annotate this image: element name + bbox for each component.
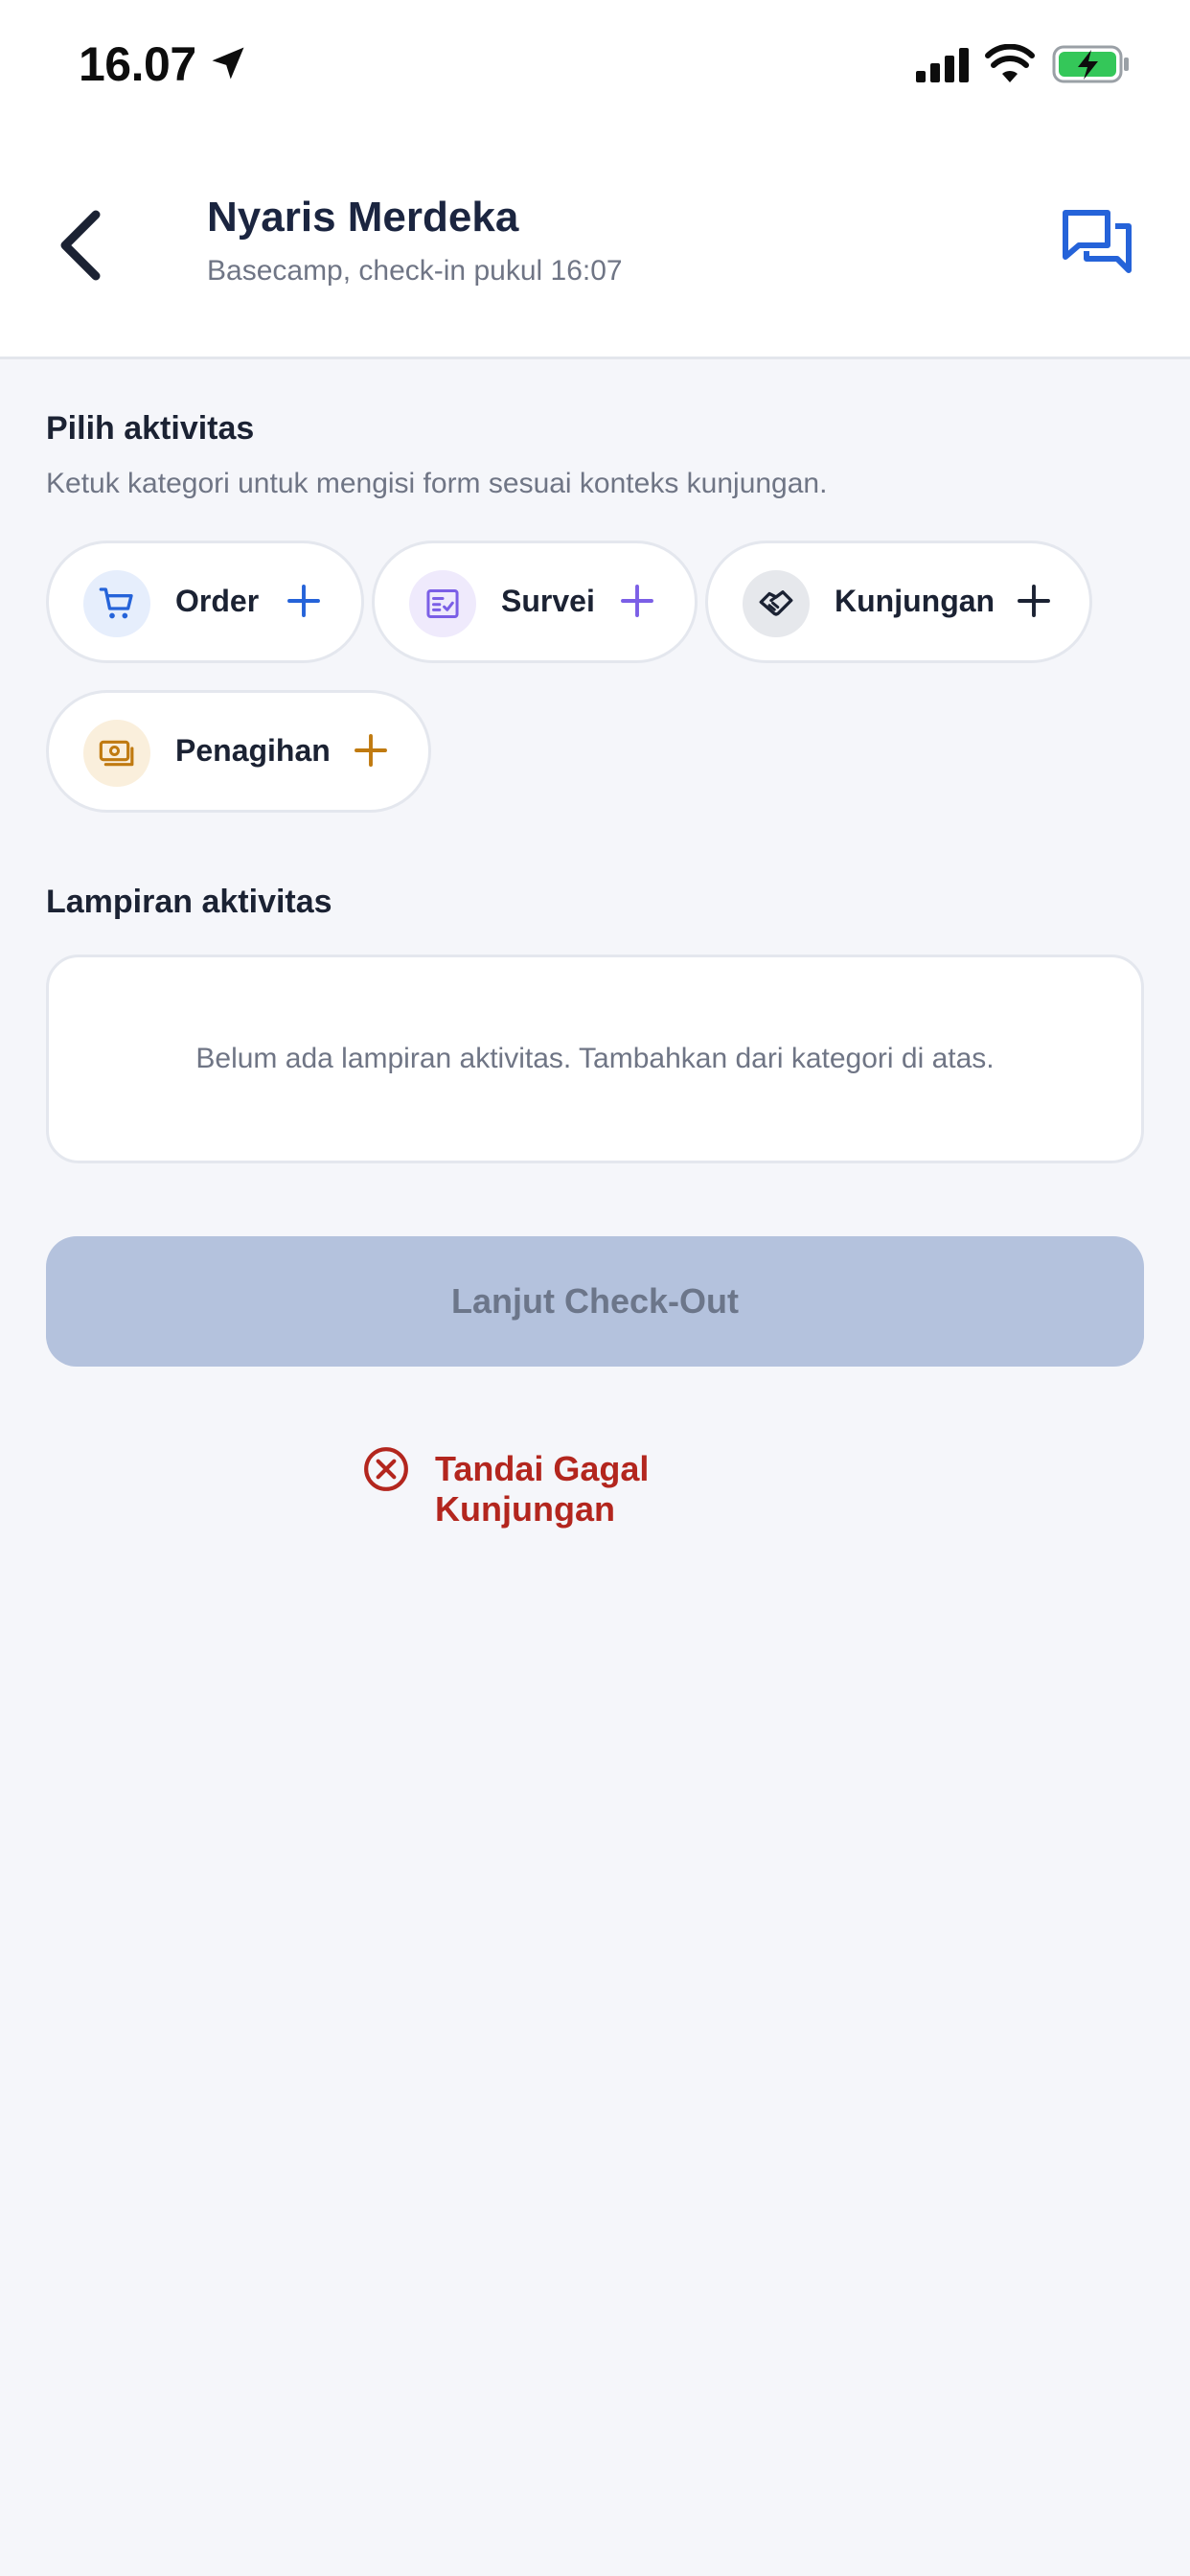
battery-charging-icon	[1052, 45, 1129, 83]
checkout-button[interactable]: Lanjut Check-Out	[46, 1236, 1144, 1367]
wifi-icon	[985, 44, 1035, 82]
page-header: Nyaris Merdeka Basecamp, check-in pukul …	[0, 134, 1190, 359]
chat-bubbles-icon[interactable]	[1062, 209, 1133, 274]
chip-survei[interactable]: Survei	[372, 540, 698, 663]
chip-order[interactable]: Order	[46, 540, 364, 663]
activities-title: Pilih aktivitas	[46, 410, 255, 447]
plus-icon	[1018, 585, 1050, 617]
mark-failed-visit-label: Tandai Gagal Kunjungan	[435, 1449, 650, 1529]
handshake-icon	[743, 570, 810, 637]
plus-icon	[621, 585, 653, 617]
chip-kunjungan-label: Kunjungan	[835, 584, 995, 618]
status-time: 16.07	[79, 37, 196, 91]
survey-form-icon	[409, 570, 476, 637]
chip-survei-label: Survei	[501, 584, 595, 618]
page-subtitle: Basecamp, check-in pukul 16:07	[207, 255, 623, 287]
plus-icon	[355, 734, 387, 767]
chip-order-label: Order	[175, 584, 260, 618]
chip-penagihan-label: Penagihan	[175, 733, 331, 768]
close-circle-icon	[364, 1447, 408, 1491]
status-bar: 16.07	[0, 0, 1190, 134]
chip-penagihan[interactable]: Penagihan	[46, 690, 431, 813]
plus-icon	[287, 585, 320, 617]
activities-hint: Ketuk kategori untuk mengisi form sesuai…	[46, 468, 828, 499]
mark-failed-visit-button[interactable]: Tandai Gagal Kunjungan	[362, 1443, 832, 1529]
chevron-left-icon[interactable]	[54, 209, 107, 282]
chip-kunjungan[interactable]: Kunjungan	[705, 540, 1092, 663]
cart-icon	[83, 570, 150, 637]
checkout-button-label: Lanjut Check-Out	[450, 1281, 739, 1321]
location-arrow-icon	[212, 47, 244, 80]
attachments-empty-state: Belum ada lampiran aktivitas. Tambahkan …	[46, 954, 1144, 1163]
page-title: Nyaris Merdeka	[207, 194, 519, 241]
attachments-title: Lampiran aktivitas	[46, 884, 332, 920]
cellular-signal-icon	[916, 48, 969, 82]
attachments-empty-text: Belum ada lampiran aktivitas. Tambahkan …	[195, 1043, 995, 1074]
money-icon	[83, 720, 150, 787]
